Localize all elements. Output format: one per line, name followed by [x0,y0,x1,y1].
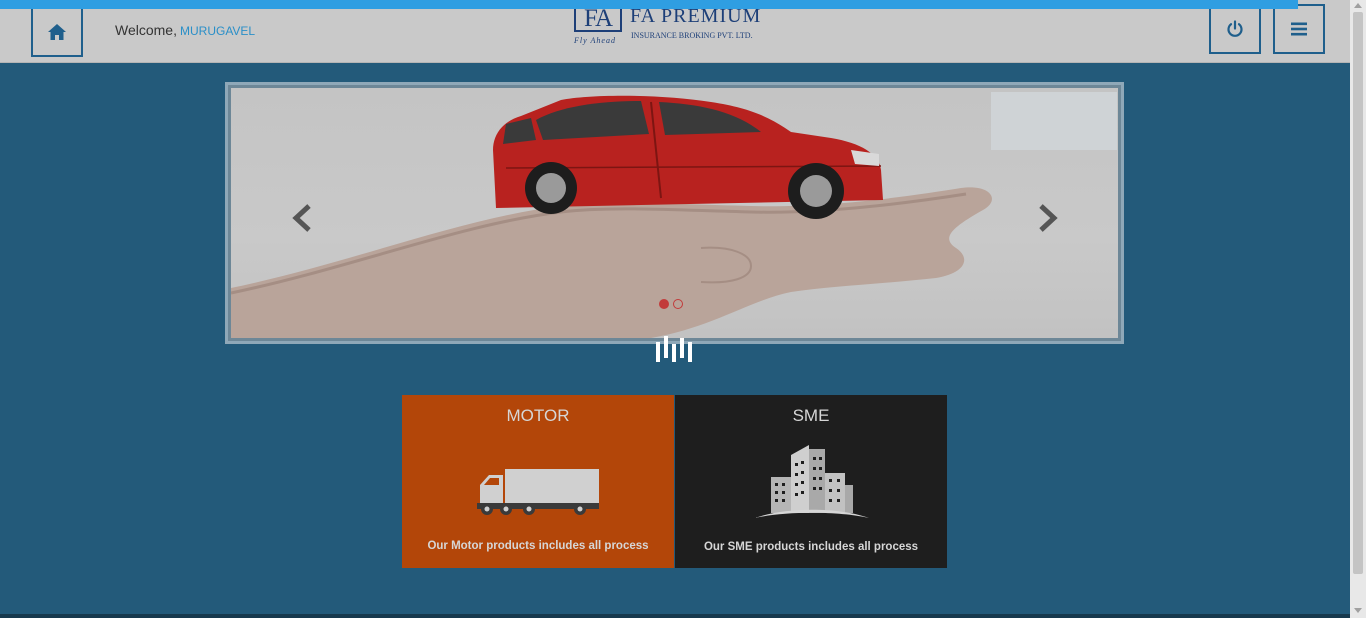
company-logo[interactable]: FA Fly Ahead FA PREMIUM INSURANCE BROKIN… [574,4,779,48]
carousel-indicator-2[interactable] [673,299,683,309]
home-icon [48,24,66,40]
carousel-next-button[interactable] [1035,203,1061,233]
power-icon [1227,20,1243,37]
carousel-slide [231,88,1118,338]
chevron-right-icon [1039,204,1058,232]
welcome-label: Welcome, [115,22,177,38]
username-link[interactable]: MURUGAVEL [180,24,255,38]
vertical-scrollbar[interactable] [1350,0,1366,618]
chevron-left-icon [292,204,311,232]
logo-subtitle: INSURANCE BROKING PVT. LTD. [631,31,753,40]
motor-product-tile[interactable]: MOTOR Our Motor products includes all pr… [402,395,674,568]
footer-strip [0,614,1350,618]
top-navbar: Welcome, MURUGAVEL FA Fly Ahead FA PREMIU… [0,0,1350,63]
home-button[interactable] [31,7,83,57]
page-loading-progress-bar [0,0,1298,9]
menu-button[interactable] [1273,4,1325,54]
sme-tile-title: SME [792,406,830,425]
motor-tile-title: MOTOR [506,406,570,425]
scroll-down-arrow-icon[interactable] [1354,608,1362,613]
scroll-up-arrow-icon[interactable] [1354,3,1362,8]
logout-button[interactable] [1209,4,1261,54]
carousel-prev-button[interactable] [289,203,315,233]
welcome-message: Welcome, MURUGAVEL [115,22,255,38]
loading-spinner-icon [656,336,692,362]
banner-carousel [225,82,1124,344]
logo-tagline: Fly Ahead [574,36,616,45]
carousel-indicators [659,299,683,309]
hamburger-menu-icon [1291,22,1307,36]
sme-tile-description: Our SME products includes all process [703,541,919,553]
carousel-indicator-1[interactable] [659,299,669,309]
motor-tile-description: Our Motor products includes all process [427,540,649,552]
buildings-icon [755,445,869,518]
scrollbar-thumb[interactable] [1353,12,1363,574]
sme-product-tile[interactable]: SME Our SME products includes all proces… [675,395,947,568]
truck-icon [477,469,599,515]
